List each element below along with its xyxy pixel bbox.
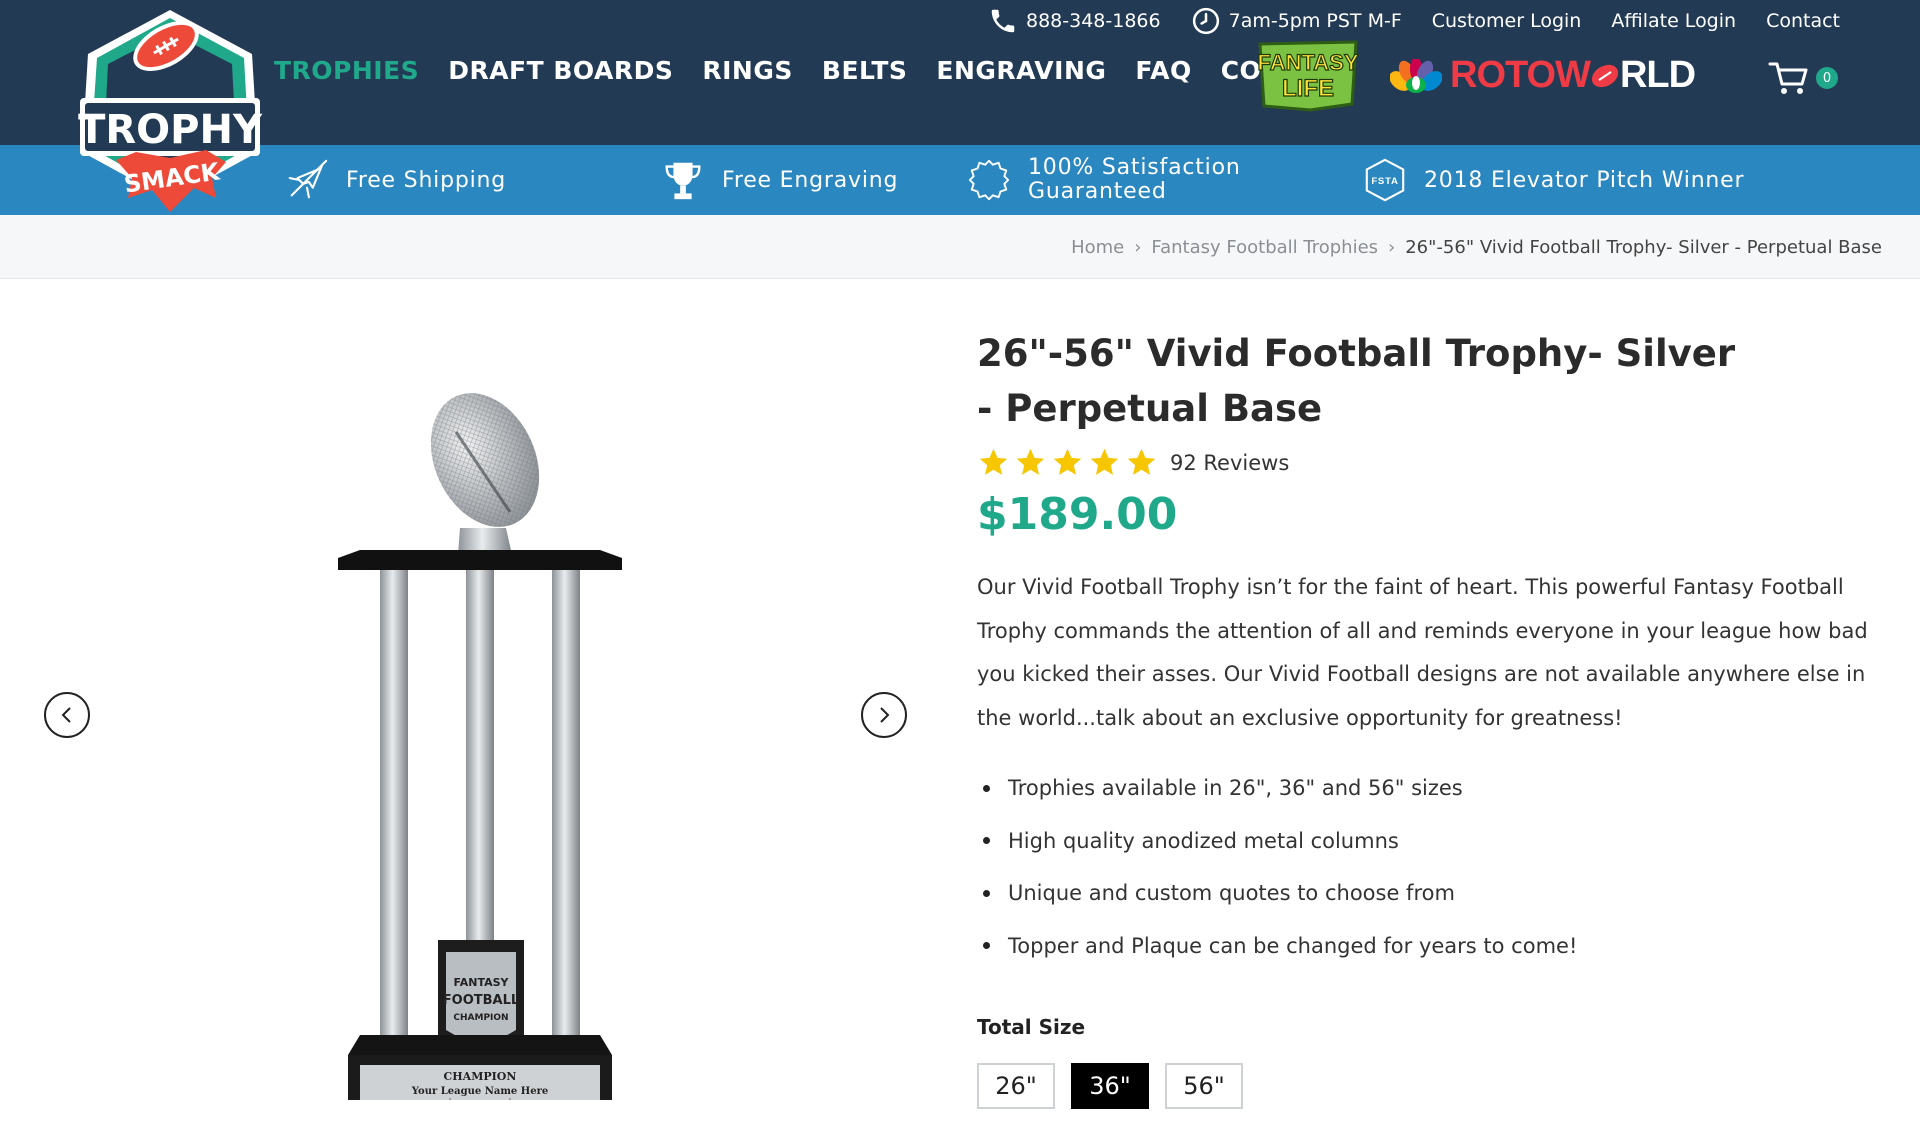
size-option-36[interactable]: 36" (1071, 1063, 1149, 1109)
affiliate-login-link[interactable]: Affilate Login (1611, 10, 1736, 32)
logo-text-trophy: TROPHY (78, 107, 263, 153)
nav-engraving[interactable]: ENGRAVING (936, 56, 1106, 85)
size-label: Total Size (977, 1015, 1086, 1039)
cart-icon (1768, 62, 1808, 94)
chevron-right-icon (880, 707, 890, 723)
plaque-line-2: FOOTBALL (443, 993, 519, 1008)
satisfaction-text: 100% Satisfaction Guaranteed (1028, 156, 1241, 204)
trophy-column (380, 570, 408, 1035)
feature-item: High quality anodized metal columns (977, 815, 1887, 868)
hours-info: 7am-5pm PST M-F (1191, 6, 1402, 36)
airplane-icon (288, 159, 328, 199)
fantasy-life-logo[interactable]: FANTASY LIFE (1254, 38, 1362, 112)
star-icon (1127, 448, 1156, 475)
seal-badge-icon (968, 159, 1010, 201)
benefit-satisfaction: 100% Satisfaction Guaranteed (966, 145, 1241, 215)
trophy-smack-logo[interactable]: TROPHY SMACK (66, 2, 274, 234)
utility-bar: 888-348-1866 7am-5pm PST M-F Customer Lo… (988, 6, 1840, 36)
breadcrumb-category[interactable]: Fantasy Football Trophies (1151, 237, 1378, 258)
review-count[interactable]: 92 Reviews (1170, 451, 1289, 475)
plaque-line-1: FANTASY (453, 976, 509, 989)
trophy-base: CHAMPION Your League Name Here (348, 1035, 612, 1100)
nav-faq[interactable]: FAQ (1135, 56, 1191, 85)
star-icon (979, 448, 1008, 475)
customer-login-link[interactable]: Customer Login (1432, 10, 1582, 32)
feature-item: Topper and Plaque can be changed for yea… (977, 920, 1887, 973)
feature-item: Trophies available in 26", 36" and 56" s… (977, 762, 1887, 815)
fantasy-life-text-2: LIFE (1282, 75, 1334, 102)
star-icon (1090, 448, 1119, 475)
site-header: 888-348-1866 7am-5pm PST M-F Customer Lo… (0, 0, 1920, 145)
feature-item: Unique and custom quotes to choose from (977, 867, 1887, 920)
football-topper (430, 393, 540, 555)
contact-link[interactable]: Contact (1766, 10, 1840, 32)
plaque-line-3: CHAMPION (453, 1013, 508, 1023)
star-icon (1016, 448, 1045, 475)
nav-trophies[interactable]: TROPHIES (274, 56, 419, 85)
satisfaction-line-2: Guaranteed (1028, 179, 1167, 204)
nbc-peacock-icon (1390, 58, 1442, 93)
product-title: 26"-56" Vivid Football Trophy- Silver - … (977, 332, 1736, 430)
football-o-icon (1591, 64, 1619, 88)
rotoworld-wordmark: ROTOW RLD (1450, 54, 1696, 97)
gallery-prev-button[interactable] (44, 692, 90, 738)
breadcrumb-current: 26"-56" Vivid Football Trophy- Silver - … (1405, 237, 1882, 258)
cart-count-badge: 0 (1816, 67, 1838, 89)
trophy-column (552, 570, 580, 1035)
rotoworld-text-a: ROTOW (1450, 54, 1591, 96)
cart-button[interactable]: 0 (1768, 60, 1838, 96)
fantasy-life-text-1: FANTASY (1257, 50, 1358, 75)
size-option-56[interactable]: 56" (1165, 1063, 1243, 1109)
phone-icon (991, 9, 1015, 33)
fsta-badge-text: FSTA (1371, 176, 1398, 187)
feature-list: Trophies available in 26", 36" and 56" s… (977, 762, 1887, 972)
breadcrumb: Home › Fantasy Football Trophies › 26"-5… (1071, 237, 1882, 258)
breadcrumb-home[interactable]: Home (1071, 237, 1124, 258)
phone-number: 888-348-1866 (1026, 10, 1161, 32)
benefit-free-engraving: Free Engraving (660, 145, 898, 215)
product-price: $189.00 (977, 489, 1178, 540)
hours-text: 7am-5pm PST M-F (1228, 10, 1402, 32)
rotoworld-text-b: RLD (1619, 54, 1696, 96)
phone-link[interactable]: 888-348-1866 (988, 6, 1161, 36)
product-image-trophy[interactable]: FANTASY FOOTBALL CHAMPION CHAMPION Your … (330, 390, 630, 1100)
product-gallery: FANTASY FOOTBALL CHAMPION CHAMPION Your … (0, 280, 940, 1130)
trophy-cup-icon (665, 162, 701, 200)
size-option-26[interactable]: 26" (977, 1063, 1055, 1109)
free-engraving-text: Free Engraving (722, 167, 899, 193)
nav-belts[interactable]: BELTS (822, 56, 907, 85)
size-selector: 26" 36" 56" (977, 1063, 1887, 1109)
breadcrumb-separator: › (1134, 237, 1142, 258)
benefits-bar: Free Shipping Free Engraving 100% Satisf… (0, 145, 1920, 215)
main-nav: TROPHIES DRAFT BOARDS RINGS BELTS ENGRAV… (274, 56, 1354, 85)
rotoworld-logo[interactable]: ROTOW RLD (1390, 54, 1696, 97)
free-shipping-text: Free Shipping (346, 167, 507, 193)
product-info: 26"-56" Vivid Football Trophy- Silver - … (977, 280, 1887, 1109)
base-title: CHAMPION (444, 1070, 517, 1083)
nav-draft-boards[interactable]: DRAFT BOARDS (448, 56, 673, 85)
satisfaction-line-1: 100% Satisfaction (1028, 155, 1241, 180)
breadcrumb-separator: › (1388, 237, 1396, 258)
star-rating (977, 446, 1158, 479)
star-icon (1053, 448, 1082, 475)
chevron-left-icon (61, 707, 71, 723)
benefit-award: FSTA 2018 Elevator Pitch Winner (1362, 145, 1744, 215)
fsta-badge-icon: FSTA (1365, 158, 1405, 202)
base-subtitle: Your League Name Here (411, 1086, 548, 1097)
product-rating[interactable]: 92 Reviews (977, 446, 1887, 479)
breadcrumb-bar: Home › Fantasy Football Trophies › 26"-5… (0, 215, 1920, 279)
clock-icon (1192, 7, 1219, 35)
award-text: 2018 Elevator Pitch Winner (1424, 167, 1745, 193)
product-description: Our Vivid Football Trophy isn’t for the … (977, 575, 1868, 730)
gallery-next-button[interactable] (861, 692, 907, 738)
benefit-free-shipping: Free Shipping (284, 145, 506, 215)
nav-rings[interactable]: RINGS (702, 56, 793, 85)
